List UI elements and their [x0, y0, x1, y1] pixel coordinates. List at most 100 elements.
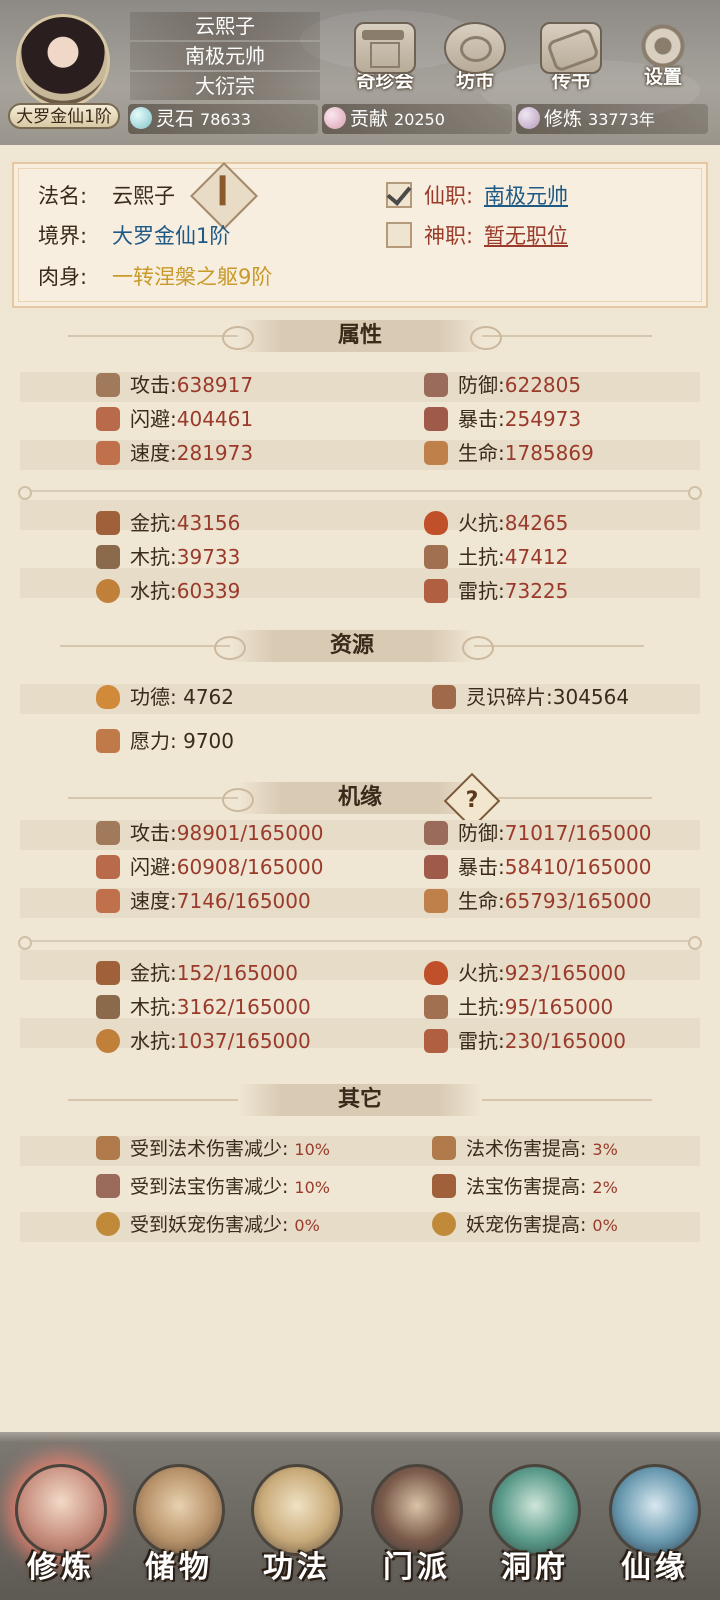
artifact-boost-icon: [432, 1174, 456, 1198]
dodge-icon: [96, 407, 120, 431]
meditation-icon: [518, 107, 540, 129]
player-sect: 大衍宗: [130, 72, 320, 100]
spirit-stone-label: 灵石: [156, 108, 195, 130]
stat-water-resist: 水抗:60339: [96, 574, 240, 608]
earth-resist-icon: [424, 545, 448, 569]
wood-resist-icon: [96, 545, 120, 569]
immortal-post-link[interactable]: 南极元帅: [484, 180, 568, 210]
spell-reduce-icon: [96, 1136, 120, 1160]
section-resources-title: 资源: [329, 633, 374, 658]
fortune-dodge: 闪避:60908/165000: [96, 850, 323, 884]
dharma-name-label: 法名:: [38, 184, 88, 208]
nav-technique-label: 功法: [263, 1550, 331, 1585]
thunder-resist-icon: [424, 1029, 448, 1053]
nav-technique[interactable]: 功法: [242, 1450, 352, 1600]
checkmark-icon: [386, 180, 412, 206]
artifact-reduce-icon: [96, 1174, 120, 1198]
stat-defense: 防御:622805: [424, 368, 581, 402]
nav-cultivation[interactable]: 修炼: [6, 1450, 116, 1600]
metal-resist-icon: [96, 511, 120, 535]
player-name: 云熙子: [130, 12, 320, 40]
spirit-stone-counter[interactable]: 灵石 78633: [128, 104, 318, 134]
divider: [18, 486, 702, 500]
spirit-stone-value: 78633: [200, 110, 251, 129]
metal-resist-icon: [96, 961, 120, 985]
nav-fate[interactable]: 仙缘: [600, 1450, 710, 1600]
critical-icon: [424, 855, 448, 879]
nav-sect[interactable]: 门派: [362, 1450, 472, 1600]
avatar-frame[interactable]: [6, 8, 118, 108]
wood-resist-icon: [96, 995, 120, 1019]
fortune-metal-resist: 金抗:152/165000: [96, 956, 298, 990]
fortune-critical: 暴击:58410/165000: [424, 850, 651, 884]
stat-thunder-resist: 雷抗:73225: [424, 574, 568, 608]
other-artifact-reduce: 受到法宝伤害减少: 10%: [96, 1170, 330, 1204]
body-value[interactable]: 一转涅槃之躯9阶: [112, 261, 272, 291]
fortune-water-resist: 水抗:1037/165000: [96, 1024, 311, 1058]
realm-label: 境界:: [38, 224, 88, 248]
res-wish-power: 愿力: 9700: [96, 724, 234, 758]
dharma-name-value: 云熙子: [112, 184, 175, 208]
res-spirit-shard: 灵识碎片:304564: [432, 680, 629, 714]
cultivation-time-counter[interactable]: 修炼 33773年: [516, 104, 708, 134]
settings-button[interactable]: 设置: [628, 22, 698, 94]
section-others-title: 其它: [337, 1087, 382, 1112]
stat-fire-resist: 火抗:84265: [424, 506, 568, 540]
spirit-stone-icon: [130, 107, 152, 129]
pet-boost-icon: [432, 1212, 456, 1236]
contribution-counter[interactable]: 贡献 20250: [322, 104, 512, 134]
fortune-life: 生命:65793/165000: [424, 884, 651, 918]
stat-metal-resist: 金抗:43156: [96, 506, 240, 540]
contribution-crystal-icon: [324, 107, 346, 129]
top-header: 大罗金仙1阶 云熙子 南极元帅 大衍宗 奇珍会 坊市 传书 设置 灵石 78633…: [0, 0, 720, 145]
gear-icon: [634, 22, 692, 70]
speed-icon: [96, 441, 120, 465]
fortune-thunder-resist: 雷抗:230/165000: [424, 1024, 626, 1058]
other-spell-reduce: 受到法术伤害减少: 10%: [96, 1132, 330, 1166]
stat-earth-resist: 土抗:47412: [424, 540, 568, 574]
nav-storage-label: 储物: [145, 1550, 213, 1585]
res-merit: 功德: 4762: [96, 680, 234, 714]
realm-value: 大罗金仙1阶: [112, 224, 231, 248]
cultivation-time-value: 33773年: [588, 110, 655, 129]
earth-resist-icon: [424, 995, 448, 1019]
stat-dodge: 闪避:404461: [96, 402, 253, 436]
fortune-attack: 攻击:98901/165000: [96, 816, 323, 850]
water-resist-icon: [96, 579, 120, 603]
realm-badge: 大罗金仙1阶: [8, 103, 120, 129]
water-resist-icon: [96, 1029, 120, 1053]
treasure-pavilion-button[interactable]: 奇珍会: [350, 22, 420, 94]
attack-icon: [96, 821, 120, 845]
stat-life: 生命:1785869: [424, 436, 594, 470]
avatar[interactable]: [16, 14, 110, 108]
nav-fate-label: 仙缘: [621, 1550, 689, 1585]
other-artifact-boost: 法宝伤害提高: 2%: [432, 1170, 618, 1204]
section-attributes-title: 属性: [337, 323, 382, 348]
thunder-resist-icon: [424, 579, 448, 603]
stat-wood-resist: 木抗:39733: [96, 540, 240, 574]
divine-post-checkbox[interactable]: [386, 222, 412, 248]
fire-resist-icon: [424, 961, 448, 985]
nav-storage[interactable]: 储物: [124, 1450, 234, 1600]
dodge-icon: [96, 855, 120, 879]
pet-reduce-icon: [96, 1212, 120, 1236]
divine-post-link[interactable]: 暂无职位: [484, 220, 568, 250]
section-fortune: 机缘: [0, 778, 720, 818]
immortal-post-label: 仙职:: [424, 184, 474, 208]
speed-icon: [96, 889, 120, 913]
nav-cave[interactable]: 洞府: [480, 1450, 590, 1600]
fortune-speed: 速度:7146/165000: [96, 884, 311, 918]
other-spell-boost: 法术伤害提高: 3%: [432, 1132, 618, 1166]
cultivation-time-label: 修炼: [544, 108, 583, 130]
divine-post-label: 神职:: [424, 224, 474, 248]
fortune-fire-resist: 火抗:923/165000: [424, 956, 626, 990]
letter-button[interactable]: 传书: [536, 22, 606, 94]
immortal-post-checkbox[interactable]: [386, 180, 412, 208]
life-icon: [424, 889, 448, 913]
market-button[interactable]: 坊市: [440, 22, 510, 94]
defense-icon: [424, 373, 448, 397]
body-label: 肉身:: [38, 265, 88, 289]
section-others: 其它: [0, 1080, 720, 1120]
fortune-wood-resist: 木抗:3162/165000: [96, 990, 311, 1024]
other-pet-reduce: 受到妖宠伤害减少: 0%: [96, 1208, 320, 1242]
